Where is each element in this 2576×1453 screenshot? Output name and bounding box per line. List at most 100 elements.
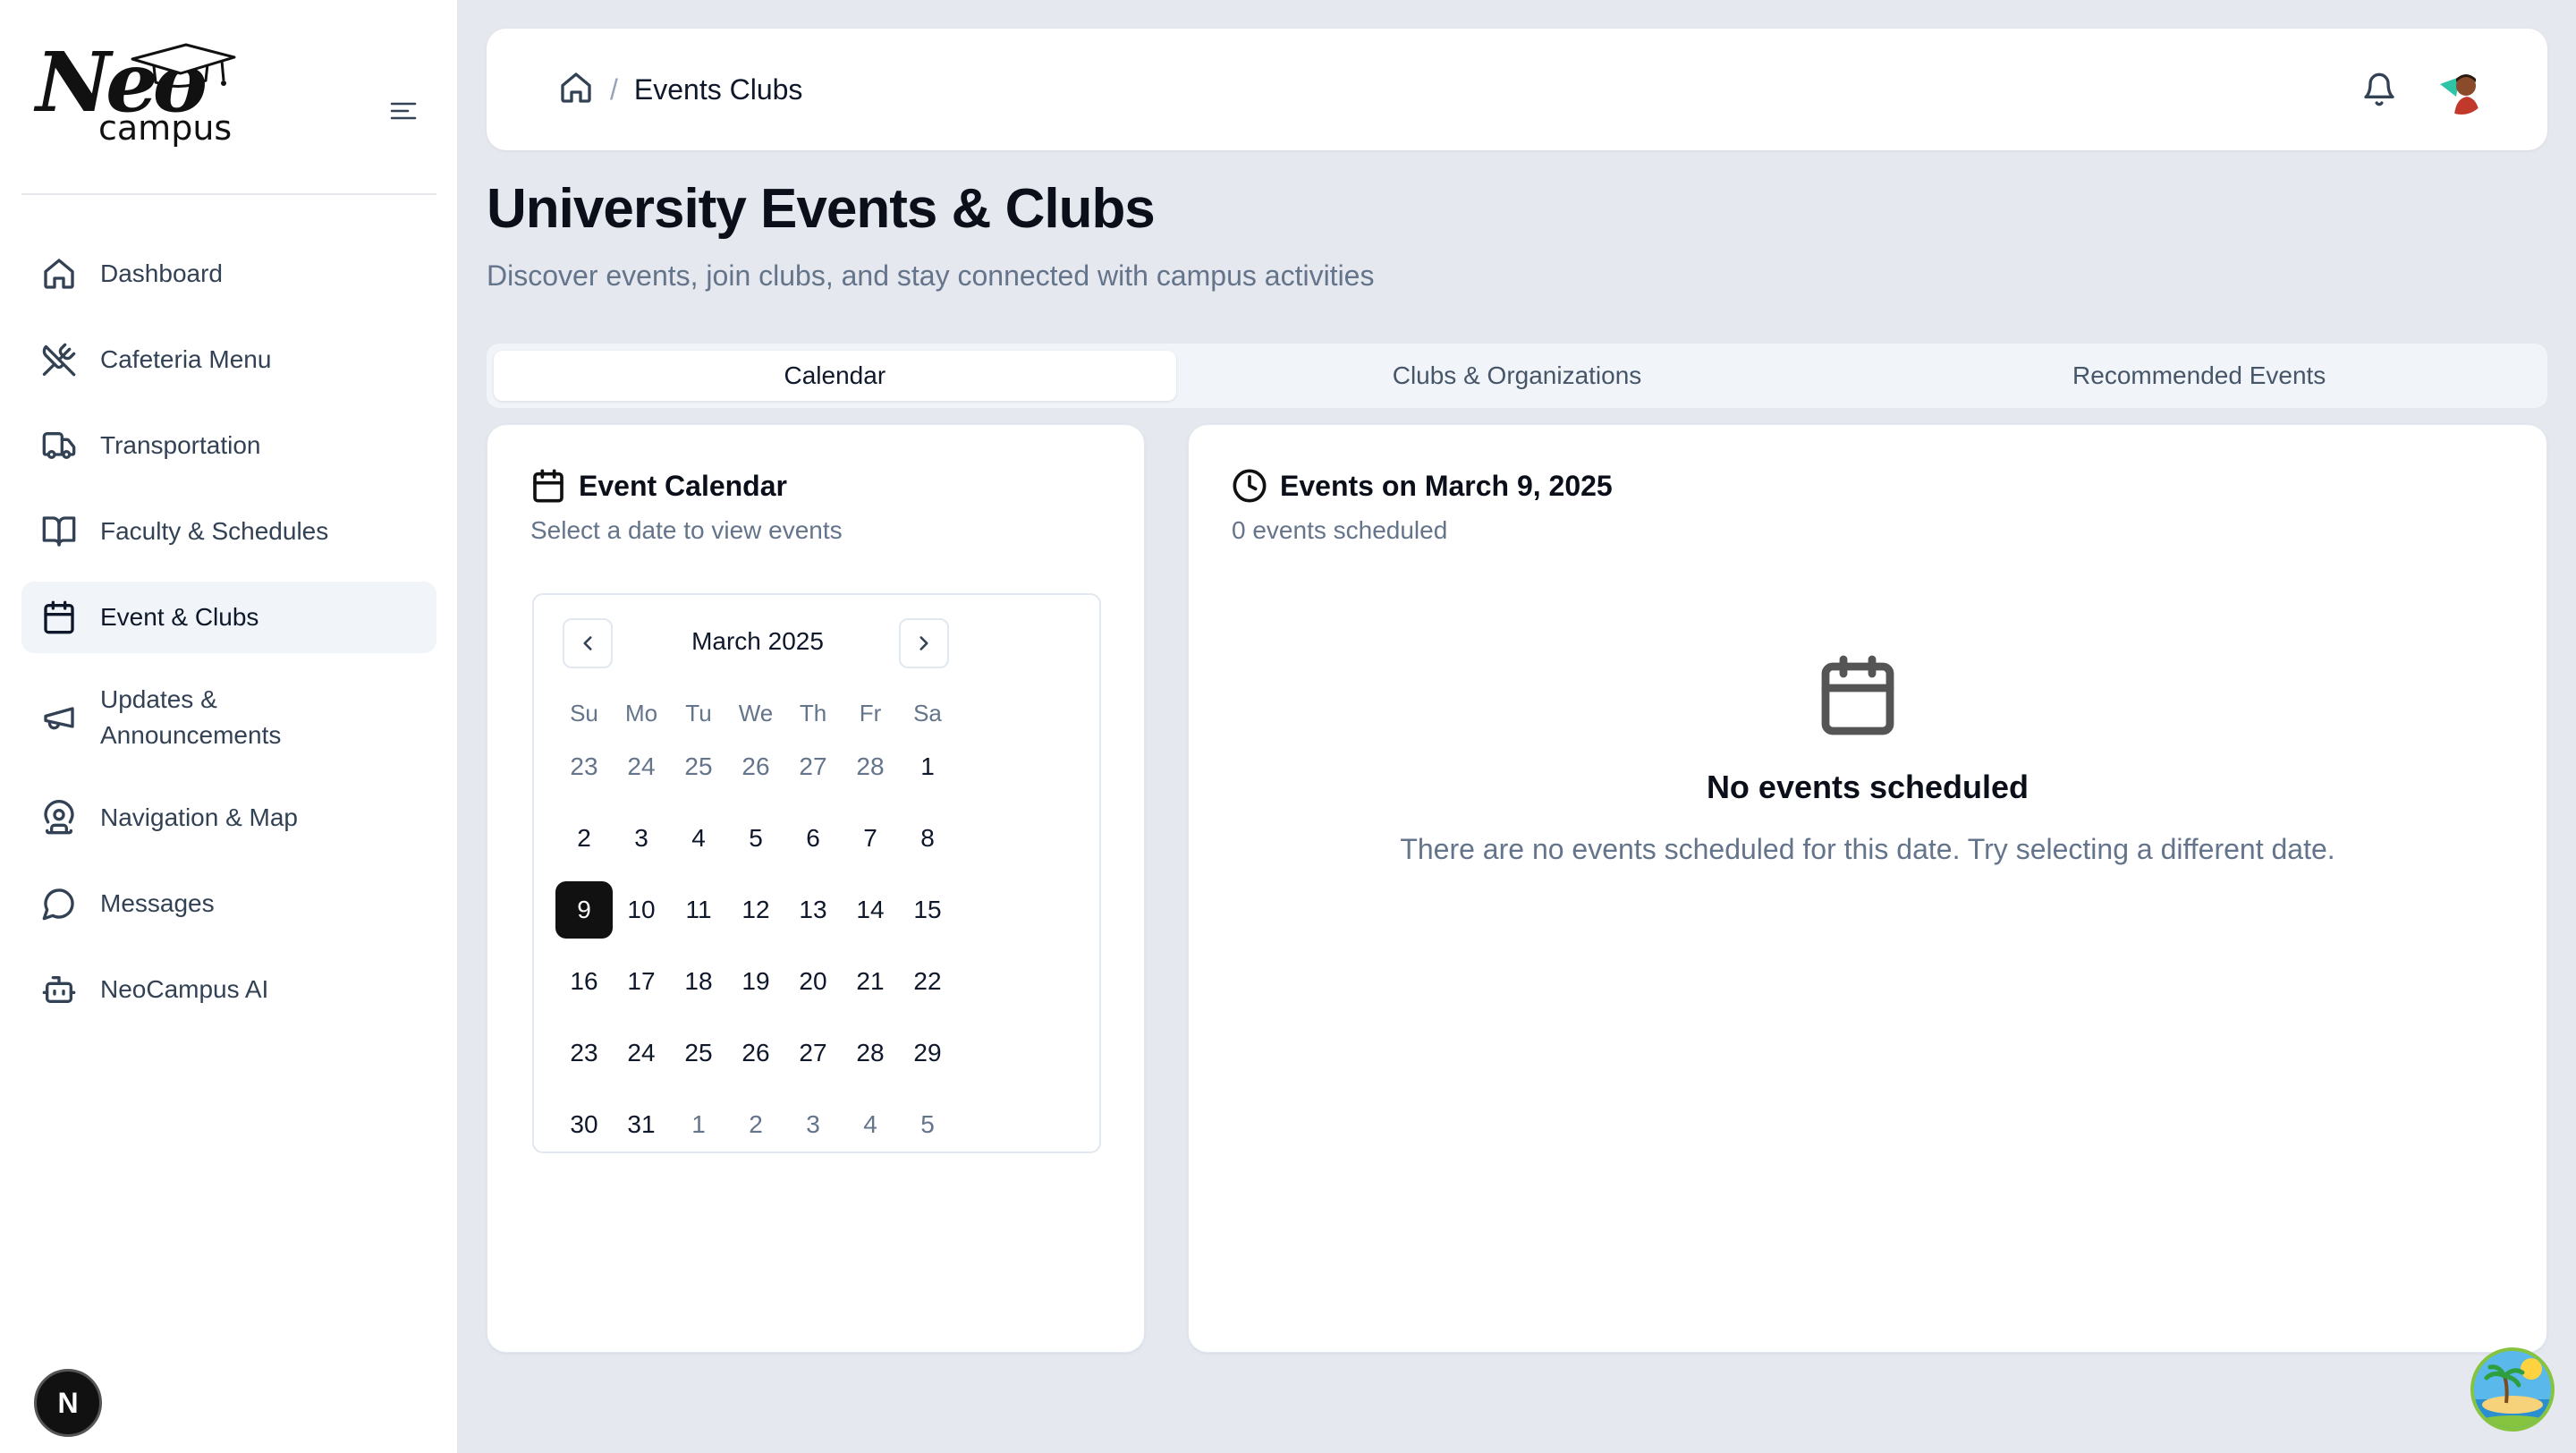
- calendar-day[interactable]: 20: [784, 953, 842, 1010]
- weekday-label: We: [738, 699, 774, 726]
- calendar-icon: [1815, 652, 1901, 738]
- events-list-card: Events on March 9, 2025 0 events schedul…: [1188, 424, 2547, 1353]
- page-subtitle: Discover events, join clubs, and stay co…: [487, 259, 1375, 292]
- calendar-day[interactable]: 28: [842, 738, 899, 795]
- tab-calendar[interactable]: Calendar: [494, 351, 1176, 401]
- calendar-day[interactable]: 1: [899, 738, 956, 795]
- calendar-day[interactable]: 3: [784, 1096, 842, 1153]
- calendar-day[interactable]: 8: [899, 810, 956, 867]
- clock-icon: [1233, 469, 1267, 503]
- card-header: Events on March 9, 2025: [1232, 468, 1613, 504]
- calendar-day[interactable]: 15: [899, 881, 956, 939]
- calendar-day[interactable]: 27: [784, 738, 842, 795]
- card-description: Select a date to view events: [530, 516, 843, 544]
- menu-icon: [390, 102, 417, 120]
- calendar-day[interactable]: 26: [727, 1024, 784, 1082]
- calendar-day[interactable]: 14: [842, 881, 899, 939]
- floating-assistant-button[interactable]: [2470, 1347, 2555, 1432]
- weekday-label: Sa: [913, 699, 942, 726]
- calendar-day[interactable]: 4: [842, 1096, 899, 1153]
- calendar-day[interactable]: 25: [670, 1024, 727, 1082]
- calendar-day[interactable]: 17: [613, 953, 670, 1010]
- notifications-button[interactable]: [2361, 72, 2397, 107]
- chevron-left-icon: [583, 636, 592, 650]
- sidebar-item-dashboard[interactable]: Dashboard: [21, 238, 436, 310]
- home-icon[interactable]: [558, 70, 594, 110]
- weekday-label: Su: [570, 699, 598, 726]
- calendar-day[interactable]: 21: [842, 953, 899, 1010]
- neocampus-logo[interactable]: Neo campus: [36, 39, 242, 156]
- sidebar-item-messages[interactable]: Messages: [21, 868, 436, 939]
- home-icon: [41, 256, 77, 292]
- previous-month-button[interactable]: [563, 618, 613, 668]
- sidebar-toggle-button[interactable]: [385, 97, 422, 125]
- calendar-day[interactable]: 31: [613, 1096, 670, 1153]
- calendar-month-label: March 2025: [691, 627, 824, 655]
- sidebar-item-label: Faculty & Schedules: [100, 517, 329, 545]
- sidebar-item-label: Updates & Announcements: [100, 685, 282, 749]
- sidebar-nav: Dashboard Cafeteria Menu Transportation …: [21, 238, 436, 1040]
- card-title: Event Calendar: [579, 469, 787, 502]
- calendar-day[interactable]: 7: [842, 810, 899, 867]
- user-avatar-icon: [2436, 64, 2487, 115]
- weekday-label: Mo: [624, 699, 658, 726]
- graduation-cap-icon: [131, 43, 236, 88]
- map-pin-user-icon: [41, 800, 77, 836]
- calendar-day[interactable]: 23: [555, 1024, 613, 1082]
- calendar-day[interactable]: 5: [899, 1096, 956, 1153]
- sidebar-item-updates-announcements[interactable]: Updates & Announcements: [21, 667, 436, 768]
- sidebar-item-event-clubs[interactable]: Event & Clubs: [21, 582, 436, 653]
- calendar-day[interactable]: 24: [613, 1024, 670, 1082]
- avatar[interactable]: [2436, 64, 2487, 115]
- events-count: 0 events scheduled: [1232, 516, 1448, 544]
- calendar-day[interactable]: 30: [555, 1096, 613, 1153]
- sidebar-divider: [21, 193, 436, 195]
- calendar-icon: [533, 469, 564, 503]
- calendar-day[interactable]: 27: [784, 1024, 842, 1082]
- weekday-label: Fr: [859, 699, 882, 726]
- calendar-day[interactable]: 10: [613, 881, 670, 939]
- tab-clubs-organizations[interactable]: Clubs & Organizations: [1176, 351, 1859, 401]
- calendar-day[interactable]: 2: [555, 810, 613, 867]
- tab-recommended-events[interactable]: Recommended Events: [1858, 351, 2540, 401]
- calendar-day[interactable]: 4: [670, 810, 727, 867]
- dev-tools-badge[interactable]: N: [34, 1369, 102, 1437]
- calendar-day[interactable]: 16: [555, 953, 613, 1010]
- tab-list: Calendar Clubs & Organizations Recommend…: [487, 344, 2547, 408]
- calendar-day[interactable]: 29: [899, 1024, 956, 1082]
- empty-state-description: There are no events scheduled for this d…: [1400, 833, 2335, 865]
- sidebar-item-transportation[interactable]: Transportation: [21, 410, 436, 481]
- sidebar-item-faculty-schedules[interactable]: Faculty & Schedules: [21, 496, 436, 567]
- page-title: University Events & Clubs: [487, 178, 1156, 240]
- calendar-day[interactable]: 5: [727, 810, 784, 867]
- calendar-day[interactable]: 2: [727, 1096, 784, 1153]
- calendar-day[interactable]: 6: [784, 810, 842, 867]
- sidebar-item-label: Dashboard: [100, 259, 223, 287]
- card-header: Event Calendar: [530, 468, 787, 504]
- breadcrumb-current: Events Clubs: [633, 72, 803, 106]
- calendar-day[interactable]: 1: [670, 1096, 727, 1153]
- calendar-day[interactable]: 25: [670, 738, 727, 795]
- next-month-button[interactable]: [899, 618, 949, 668]
- calendar-day[interactable]: 3: [613, 810, 670, 867]
- sidebar-item-navigation-map[interactable]: Navigation & Map: [21, 782, 436, 854]
- calendar-day[interactable]: 23: [555, 738, 613, 795]
- calendar-day[interactable]: 11: [670, 881, 727, 939]
- sidebar-item-cafeteria-menu[interactable]: Cafeteria Menu: [21, 324, 436, 395]
- calendar-day[interactable]: 19: [727, 953, 784, 1010]
- calendar-grid: Su Mo Tu We Th Fr Sa 23 24 25 26 27 28 1 2 3 4 5 6 7 8 9 10 11 1…: [555, 688, 956, 1168]
- date-picker: March 2025 Su Mo Tu We Th Fr Sa 23 24 25 26 27 28 1 2 3…: [532, 593, 1101, 1153]
- calendar-day[interactable]: 24: [613, 738, 670, 795]
- calendar-day[interactable]: 13: [784, 881, 842, 939]
- empty-state-title: No events scheduled: [1706, 769, 2029, 805]
- breadcrumb: / Events Clubs: [558, 70, 802, 109]
- top-header: / Events Clubs: [487, 29, 2547, 150]
- calendar-day[interactable]: 12: [727, 881, 784, 939]
- calendar-day[interactable]: 26: [727, 738, 784, 795]
- calendar-day-selected[interactable]: 9: [555, 881, 613, 939]
- calendar-day[interactable]: 18: [670, 953, 727, 1010]
- calendar-day[interactable]: 22: [899, 953, 956, 1010]
- sidebar-item-label: Navigation & Map: [100, 803, 299, 831]
- sidebar-item-neocampus-ai[interactable]: NeoCampus AI: [21, 954, 436, 1025]
- calendar-day[interactable]: 28: [842, 1024, 899, 1082]
